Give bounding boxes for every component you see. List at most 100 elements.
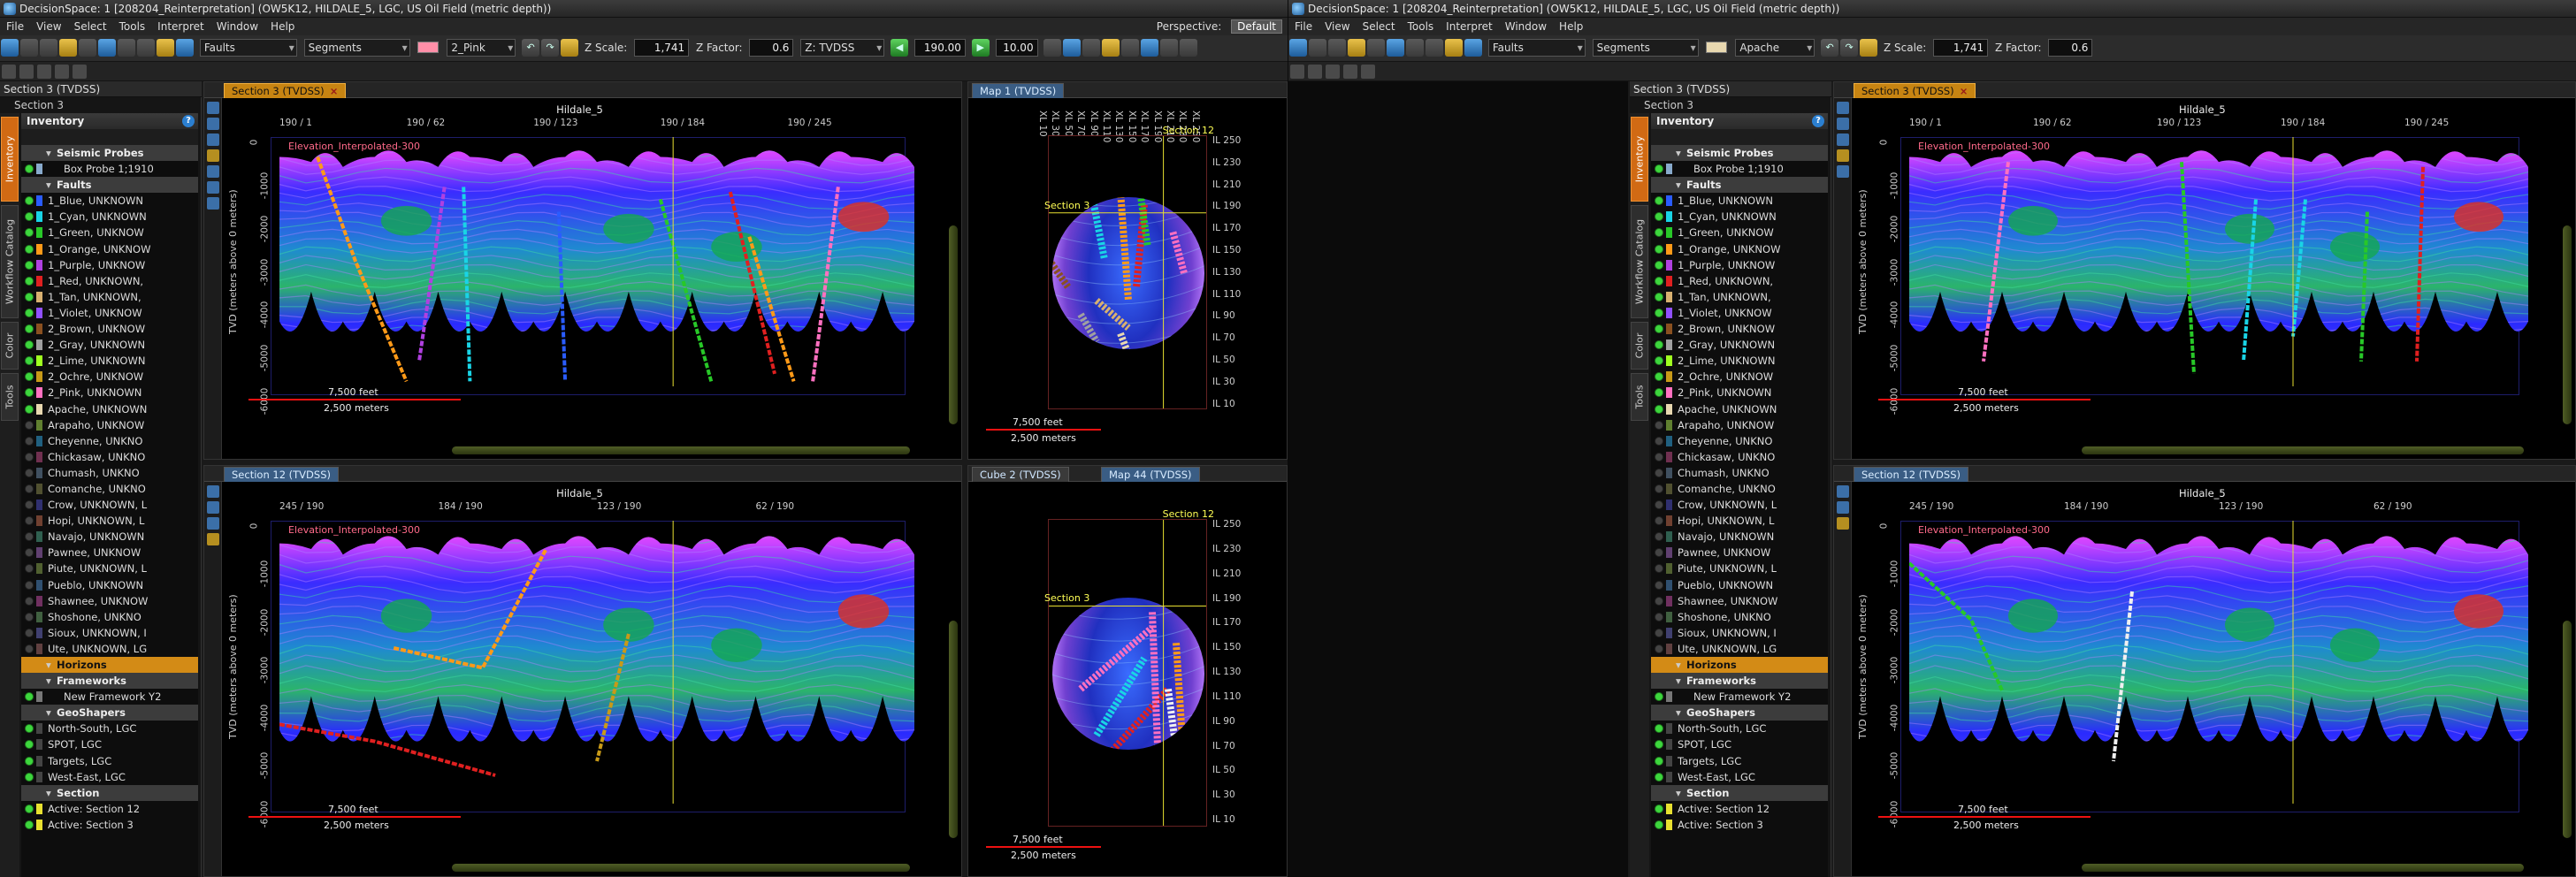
bulb-icon[interactable] (1860, 39, 1878, 57)
visibility-toggle[interactable] (1655, 724, 1663, 734)
inventory-item[interactable]: Shawnee, UNKNOW (1651, 593, 1828, 609)
visibility-toggle[interactable] (1655, 356, 1663, 366)
visibility-toggle[interactable] (1655, 644, 1663, 653)
tab-workflow-catalog[interactable]: Workflow Catalog (1631, 205, 1648, 318)
vertical-scrollbar[interactable] (949, 225, 958, 424)
vertical-scrollbar[interactable] (2563, 225, 2572, 424)
inventory-item[interactable]: Apache, UNKNOWN (21, 401, 198, 417)
menu-interpret[interactable]: Interpret (1440, 20, 1499, 33)
inventory-item[interactable]: New Framework Y2 (21, 689, 198, 705)
inventory-item[interactable]: 2_Ochre, UNKNOW (21, 369, 198, 385)
visibility-toggle[interactable] (25, 580, 34, 590)
tab-section12[interactable]: Section 12 (TVDSS) (224, 467, 339, 482)
menu-file[interactable]: File (0, 20, 30, 33)
menu-help[interactable]: Help (264, 20, 301, 33)
inventory-item[interactable]: Piute, UNKNOWN, L (1651, 561, 1828, 576)
camera-icon[interactable] (98, 39, 116, 57)
visibility-toggle[interactable] (1655, 420, 1663, 430)
inventory-item[interactable]: Chumash, UNKNO (1651, 465, 1828, 481)
inventory-item[interactable]: Navajo, UNKNOWN (21, 529, 198, 545)
inventory-section[interactable]: ▾ Faults (1651, 177, 1828, 194)
pointer-icon[interactable] (1290, 65, 1304, 79)
redo-icon[interactable]: ↷ (541, 39, 560, 57)
link-icon[interactable] (1121, 39, 1140, 57)
star-icon[interactable] (1102, 39, 1120, 57)
inventory-item[interactable]: Active: Section 12 (21, 801, 198, 817)
inventory-item[interactable]: Hopi, UNKNOWN, L (21, 513, 198, 529)
inventory-item[interactable]: Chumash, UNKNO (21, 465, 198, 481)
inventory-section[interactable]: ▾ Faults (21, 177, 198, 194)
tab-section3[interactable]: Section 3 (TVDSS) × (224, 83, 347, 98)
visibility-toggle[interactable] (1655, 404, 1663, 414)
pan-icon[interactable] (207, 517, 219, 530)
play-forward-icon[interactable]: ▶ (971, 39, 990, 57)
visibility-toggle[interactable] (25, 804, 34, 813)
inventory-item[interactable]: Pawnee, UNKNOW (1651, 545, 1828, 561)
inventory-item[interactable]: 1_Orange, UNKNOW (1651, 241, 1828, 257)
tab-workflow-catalog[interactable]: Workflow Catalog (1, 205, 19, 318)
tab-map1[interactable]: Map 1 (TVDSS) (972, 83, 1065, 98)
visibility-toggle[interactable] (1655, 276, 1663, 286)
open-icon[interactable] (1309, 39, 1326, 57)
inventory-item[interactable]: Sioux, UNKNOWN, I (1651, 625, 1828, 641)
visibility-toggle[interactable] (25, 644, 34, 653)
map1-view[interactable]: XL 10 XL 30 XL 50 XL 70 XL 90 XL 110 XL 130 XL … (968, 98, 1288, 461)
visibility-toggle[interactable] (1655, 772, 1663, 782)
inventory-item[interactable]: 1_Violet, UNKNOW (1651, 305, 1828, 321)
pick-icon[interactable] (207, 149, 219, 162)
inventory-item[interactable]: Targets, LGC (21, 753, 198, 769)
color-swatch[interactable] (417, 42, 440, 53)
inventory-item[interactable]: Navajo, UNKNOWN (1651, 529, 1828, 545)
play-back-icon[interactable]: ◀ (891, 39, 909, 57)
visibility-toggle[interactable] (25, 340, 34, 350)
map44-view[interactable]: IL 250 IL 230 IL 210 IL 190 IL 170 IL 150 IL 1… (968, 482, 1288, 877)
visibility-toggle[interactable] (1655, 580, 1663, 590)
inventory-item[interactable]: 1_Tan, UNKNOWN, (21, 289, 198, 305)
visibility-toggle[interactable] (1655, 324, 1663, 334)
section12-view[interactable]: Hildale_5 245 / 190 184 / 190 123 / 190 62 /… (222, 482, 963, 877)
redo-icon[interactable]: ↷ (1840, 39, 1859, 57)
pick-icon[interactable] (1837, 517, 1849, 530)
visibility-toggle[interactable] (25, 356, 34, 366)
menu-file[interactable]: File (1288, 20, 1319, 33)
inventory-item[interactable]: 1_Orange, UNKNOW (21, 241, 198, 257)
inventory-item[interactable]: Cheyenne, UNKNO (1651, 433, 1828, 449)
rotate-icon[interactable] (55, 65, 69, 79)
visibility-toggle[interactable] (25, 292, 34, 301)
segments-dropdown[interactable]: Segments (303, 39, 410, 57)
visibility-toggle[interactable] (1655, 516, 1663, 526)
expand-arrow-icon[interactable]: ▾ (1676, 705, 1681, 721)
visibility-toggle[interactable] (25, 724, 34, 734)
inventory-item[interactable]: Piute, UNKNOWN, L (21, 561, 198, 576)
inventory-item[interactable]: Active: Section 3 (1651, 817, 1828, 833)
zoom-icon[interactable] (207, 501, 219, 514)
pick-icon[interactable] (157, 39, 174, 57)
inventory-item[interactable]: 1_Purple, UNKNOW (1651, 257, 1828, 273)
menu-select[interactable]: Select (1357, 20, 1402, 33)
tab-tools[interactable]: Tools (1, 373, 19, 421)
horizontal-scrollbar[interactable] (2082, 864, 2524, 872)
print-icon[interactable] (1367, 39, 1385, 57)
expand-arrow-icon[interactable]: ▾ (46, 145, 51, 161)
inventory-item[interactable]: Crow, UNKNOWN, L (1651, 497, 1828, 513)
inventory-section[interactable]: ▾ GeoShapers (1651, 705, 1828, 721)
select-icon[interactable] (1837, 485, 1849, 498)
inventory-item[interactable]: Comanche, UNKNO (21, 481, 198, 497)
visibility-toggle[interactable] (25, 308, 34, 317)
tab-map44[interactable]: Map 44 (TVDSS) (1101, 467, 1200, 482)
inventory-item[interactable]: West-East, LGC (1651, 769, 1828, 785)
inventory-item[interactable]: 1_Purple, UNKNOW (21, 257, 198, 273)
menu-window[interactable]: Window (1499, 20, 1553, 33)
visibility-toggle[interactable] (25, 564, 34, 574)
visibility-toggle[interactable] (1655, 740, 1663, 750)
visibility-toggle[interactable] (1655, 260, 1663, 270)
visibility-toggle[interactable] (1655, 484, 1663, 493)
inventory-item[interactable]: 2_Gray, UNKNOWN (21, 337, 198, 353)
visibility-toggle[interactable] (25, 484, 34, 493)
visibility-toggle[interactable] (1655, 452, 1663, 461)
visibility-toggle[interactable] (25, 436, 34, 446)
home-icon[interactable] (207, 181, 219, 194)
visibility-toggle[interactable] (1655, 228, 1663, 238)
inventory-item[interactable]: Crow, UNKNOWN, L (21, 497, 198, 513)
pan-icon[interactable] (1308, 65, 1322, 79)
